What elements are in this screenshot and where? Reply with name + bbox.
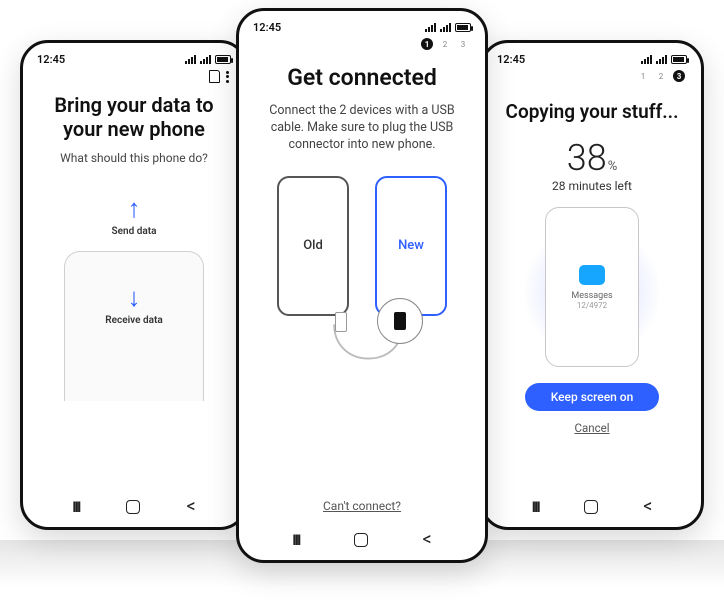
step-2: 2 — [439, 38, 451, 50]
new-device-icon: New — [375, 176, 447, 316]
receive-label: Receive data — [105, 315, 162, 326]
time-remaining: 28 minutes left — [489, 179, 695, 193]
cancel-link[interactable]: Cancel — [489, 421, 695, 435]
new-device-label: New — [398, 238, 424, 253]
nav-recents-icon[interactable]: III — [532, 498, 539, 516]
old-device-icon: Old — [277, 176, 349, 316]
step-indicator: 1 2 3 — [489, 66, 695, 86]
nav-bar: III < — [489, 490, 695, 521]
signal-icon — [200, 55, 211, 64]
step-indicator: 1 2 3 — [245, 34, 479, 54]
signal-icon — [185, 55, 196, 64]
status-bar: 12:45 — [489, 49, 695, 66]
page-title: Copying your stuff... — [497, 100, 687, 123]
step-2: 2 — [655, 70, 667, 82]
signal-icon — [641, 55, 652, 64]
nav-recents-icon[interactable]: III — [292, 531, 299, 549]
status-time: 12:45 — [37, 53, 65, 66]
phone-screen-right: 12:45 1 2 3 Copying your stuff... 38% 28… — [480, 40, 704, 530]
battery-icon — [455, 23, 471, 32]
progress-percent: 38% — [489, 137, 695, 179]
status-icons — [641, 55, 687, 64]
nav-back-icon[interactable]: < — [643, 496, 652, 517]
status-bar: 12:45 — [29, 49, 239, 66]
status-time: 12:45 — [497, 53, 525, 66]
device-outline-icon: Messages 12/4972 — [545, 207, 639, 367]
status-icons — [425, 23, 471, 32]
title-line1: Bring your data to — [39, 93, 229, 117]
cant-connect-link[interactable]: Can't connect? — [245, 499, 479, 513]
signal-icon — [440, 23, 451, 32]
usb-plug-icon — [335, 312, 347, 332]
keep-screen-on-button[interactable]: Keep screen on — [525, 383, 660, 411]
step-1: 1 — [421, 38, 433, 50]
percent-unit: % — [608, 159, 618, 174]
nav-back-icon[interactable]: < — [187, 496, 196, 517]
nav-recents-icon[interactable]: III — [72, 498, 79, 516]
phone-screen-left: 12:45 Bring your data to your new phone … — [20, 40, 248, 530]
sdcard-icon[interactable] — [209, 70, 220, 83]
step-3: 3 — [457, 38, 469, 50]
page-title: Bring your data to your new phone — [39, 93, 229, 141]
item-label: Messages — [571, 291, 612, 301]
usb-adapter-icon — [377, 298, 423, 344]
page-subtitle: What should this phone do? — [39, 151, 229, 165]
item-count: 12/4972 — [577, 301, 607, 310]
transfer-illustration: Messages 12/4972 — [517, 207, 667, 367]
battery-icon — [215, 55, 231, 64]
battery-icon — [671, 55, 687, 64]
messages-icon — [579, 265, 605, 285]
nav-home-icon[interactable] — [354, 533, 368, 547]
nav-bar: III < — [245, 523, 479, 554]
title-line2: your new phone — [39, 117, 229, 141]
status-time: 12:45 — [253, 21, 281, 34]
percent-value: 38 — [567, 137, 607, 179]
status-icons — [185, 55, 231, 64]
old-device-label: Old — [303, 238, 323, 253]
signal-icon — [656, 55, 667, 64]
cable-illustration — [245, 316, 479, 396]
page-subtitle: Connect the 2 devices with a USB cable. … — [267, 103, 457, 154]
receive-data-option[interactable]: ↓ Receive data — [64, 251, 204, 401]
nav-home-icon[interactable] — [126, 500, 140, 514]
status-bar: 12:45 — [245, 17, 479, 34]
arrow-down-icon: ↓ — [128, 282, 141, 313]
nav-back-icon[interactable]: < — [423, 529, 432, 550]
step-1: 1 — [637, 70, 649, 82]
step-3: 3 — [673, 70, 685, 82]
more-menu-icon[interactable] — [226, 71, 229, 83]
page-title: Get connected — [255, 64, 469, 91]
send-label: Send data — [29, 226, 239, 237]
nav-bar: III < — [29, 490, 239, 521]
cable-path-icon — [245, 316, 479, 396]
signal-icon — [425, 23, 436, 32]
device-pair-illustration: Old New — [245, 176, 479, 316]
send-data-option[interactable]: ↑ Send data — [29, 193, 239, 237]
nav-home-icon[interactable] — [584, 500, 598, 514]
arrow-up-icon: ↑ — [29, 193, 239, 224]
phone-screen-center: 12:45 1 2 3 Get connected Connect the 2 … — [236, 8, 488, 563]
